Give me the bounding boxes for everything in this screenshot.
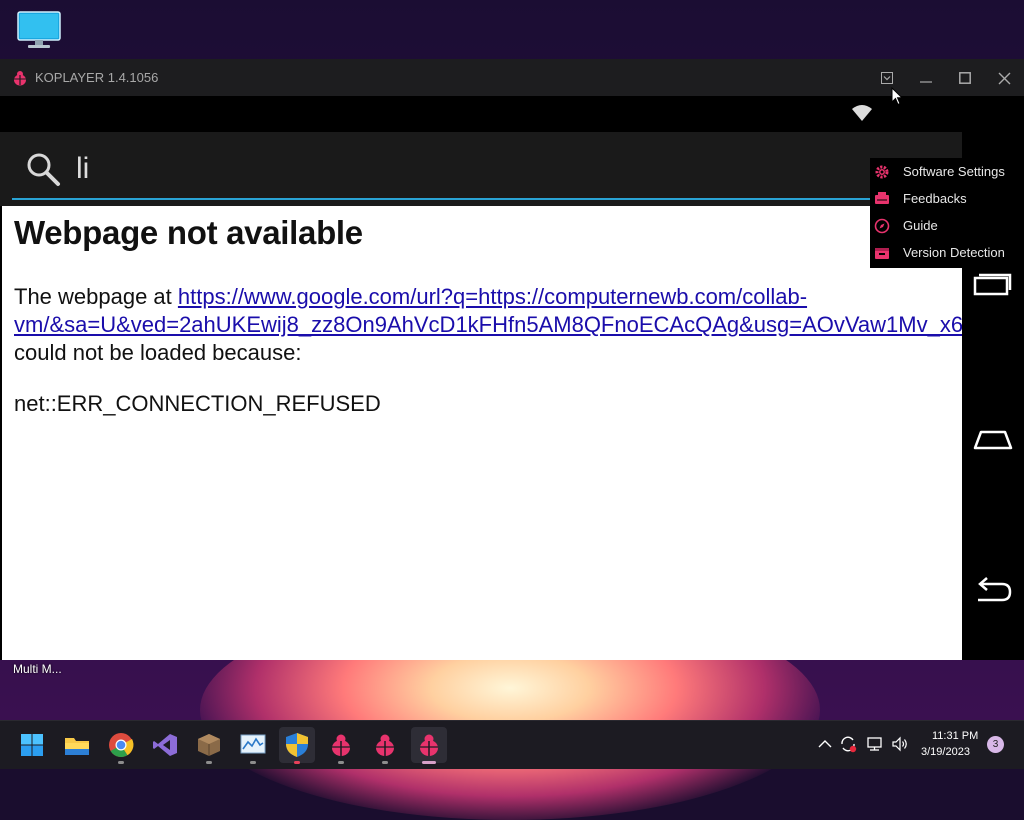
active-indicator [422, 761, 436, 764]
search-icon[interactable] [25, 151, 61, 187]
android-status-bar [0, 96, 1024, 132]
minimize-icon[interactable] [913, 65, 939, 91]
clock-date[interactable]: 3/19/2023 [921, 746, 970, 758]
recent-apps-icon[interactable] [972, 268, 1014, 298]
visual-studio-icon[interactable] [147, 727, 183, 763]
koplayer-icon[interactable] [323, 727, 359, 764]
sync-icon[interactable] [839, 735, 857, 753]
close-icon[interactable] [991, 65, 1017, 91]
monitor-icon[interactable] [16, 10, 62, 50]
menu-item-guide[interactable]: Guide [870, 212, 1024, 239]
taskbar: 11:31 PM 3/19/2023 3 [0, 720, 1024, 769]
webview[interactable]: Webpage not available The webpage at htt… [2, 206, 962, 660]
update-icon [874, 245, 890, 261]
search-input[interactable] [76, 149, 836, 189]
search-underline [12, 198, 962, 200]
running-indicator [206, 761, 212, 764]
wifi-icon [852, 104, 872, 122]
browser-search-bar [0, 132, 962, 206]
title-bar[interactable]: KOPLAYER 1.4.1056 [0, 59, 1024, 96]
failed-url-link-continued[interactable]: vm/&sa=U&ved=2ahUKEwij8_zz8On9AhVcD1kFHf… [14, 312, 962, 337]
error-suffix: could not be loaded because: [14, 340, 302, 365]
menu-item-software-settings[interactable]: Software Settings [870, 158, 1024, 185]
error-code: net::ERR_CONNECTION_REFUSED [14, 391, 381, 416]
koplayer-icon[interactable] [367, 727, 403, 764]
compass-icon [874, 218, 890, 234]
menu-item-label: Version Detection [903, 245, 1005, 260]
error-prefix: The webpage at [14, 284, 178, 309]
koplayer-logo-icon [12, 70, 28, 86]
running-indicator [118, 761, 124, 764]
mouse-cursor-icon [891, 86, 904, 106]
failed-url-link[interactable]: https://www.google.com/url?q=https://com… [178, 284, 807, 309]
volume-icon[interactable] [891, 735, 909, 753]
resource-monitor-icon[interactable] [235, 727, 271, 764]
running-indicator [338, 761, 344, 764]
gear-icon [874, 164, 890, 180]
back-icon[interactable] [972, 576, 1014, 606]
menu-item-label: Feedbacks [903, 191, 967, 206]
koplayer-icon[interactable] [411, 727, 447, 764]
running-indicator [294, 761, 300, 764]
desktop-taskbar-label: Multi M... [13, 662, 62, 676]
menu-item-label: Guide [903, 218, 938, 233]
koplayer-window: KOPLAYER 1.4.1056 Webp [0, 59, 1024, 660]
file-explorer-icon[interactable] [59, 727, 95, 763]
feedback-icon [874, 191, 890, 207]
android-nav-bar [962, 206, 1024, 660]
chrome-icon[interactable] [103, 727, 139, 764]
settings-dropdown-menu: Software Settings Feedbacks Guide Versio… [870, 158, 1024, 268]
window-title: KOPLAYER 1.4.1056 [35, 70, 159, 85]
maximize-icon[interactable] [952, 65, 978, 91]
chevron-up-icon[interactable] [816, 735, 834, 753]
running-indicator [250, 761, 256, 764]
windows-security-icon[interactable] [279, 727, 315, 764]
minecraft-icon[interactable] [191, 727, 227, 764]
windows-start-icon[interactable] [14, 727, 50, 763]
error-message: The webpage at https://www.google.com/ur… [14, 283, 962, 367]
page-title: Webpage not available [14, 214, 363, 251]
menu-item-label: Software Settings [903, 164, 1005, 179]
menu-item-version-detection[interactable]: Version Detection [870, 239, 1024, 266]
running-indicator [382, 761, 388, 764]
network-icon[interactable] [866, 735, 884, 753]
menu-item-feedbacks[interactable]: Feedbacks [870, 185, 1024, 212]
notification-badge[interactable]: 3 [987, 736, 1004, 753]
home-icon[interactable] [972, 424, 1014, 454]
clock-time[interactable]: 11:31 PM [932, 730, 978, 742]
